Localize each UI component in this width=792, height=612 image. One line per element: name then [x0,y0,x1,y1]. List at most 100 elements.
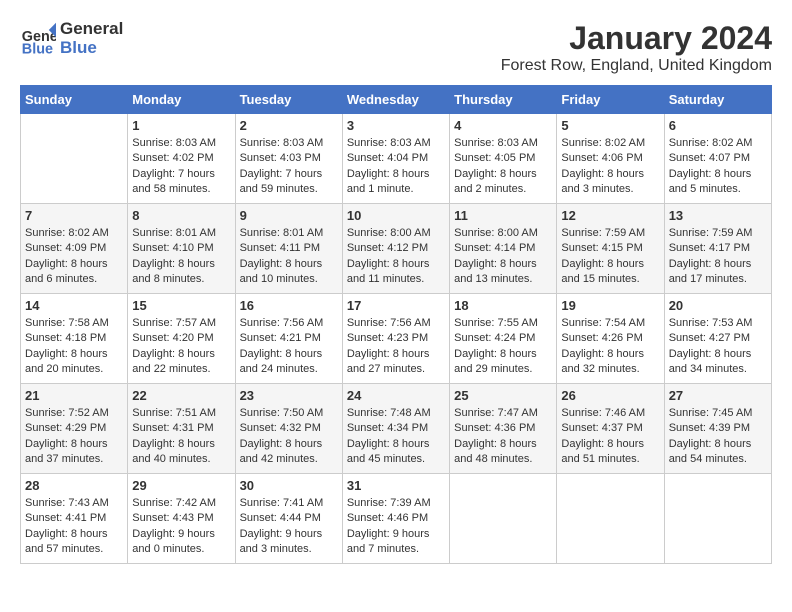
day-detail: Sunrise: 8:03 AMSunset: 4:03 PMDaylight:… [240,136,338,198]
calendar-cell: 11 Sunrise: 8:00 AMSunset: 4:14 PMDaylig… [450,204,557,294]
day-number: 13 [669,208,767,223]
day-detail: Sunrise: 7:59 AMSunset: 4:15 PMDaylight:… [561,226,659,288]
calendar-cell: 26 Sunrise: 7:46 AMSunset: 4:37 PMDaylig… [557,384,664,474]
weekday-header-monday: Monday [128,86,235,114]
day-detail: Sunrise: 7:46 AMSunset: 4:37 PMDaylight:… [561,406,659,468]
calendar-cell: 15 Sunrise: 7:57 AMSunset: 4:20 PMDaylig… [128,294,235,384]
calendar-cell [664,474,771,564]
calendar-cell: 12 Sunrise: 7:59 AMSunset: 4:15 PMDaylig… [557,204,664,294]
svg-text:Blue: Blue [22,41,53,57]
calendar-cell: 22 Sunrise: 7:51 AMSunset: 4:31 PMDaylig… [128,384,235,474]
location-title: Forest Row, England, United Kingdom [501,57,772,75]
day-number: 11 [454,208,552,223]
calendar-cell [557,474,664,564]
calendar-week-3: 14 Sunrise: 7:58 AMSunset: 4:18 PMDaylig… [21,294,772,384]
calendar-cell: 14 Sunrise: 7:58 AMSunset: 4:18 PMDaylig… [21,294,128,384]
calendar-cell: 1 Sunrise: 8:03 AMSunset: 4:02 PMDayligh… [128,114,235,204]
day-detail: Sunrise: 7:56 AMSunset: 4:21 PMDaylight:… [240,316,338,378]
day-number: 2 [240,118,338,133]
logo-blue-text: Blue [60,39,123,58]
day-detail: Sunrise: 7:56 AMSunset: 4:23 PMDaylight:… [347,316,445,378]
calendar-cell: 19 Sunrise: 7:54 AMSunset: 4:26 PMDaylig… [557,294,664,384]
calendar-cell: 31 Sunrise: 7:39 AMSunset: 4:46 PMDaylig… [342,474,449,564]
calendar-header: SundayMondayTuesdayWednesdayThursdayFrid… [21,86,772,114]
day-number: 26 [561,388,659,403]
day-number: 8 [132,208,230,223]
day-number: 10 [347,208,445,223]
month-title: January 2024 [501,20,772,57]
day-detail: Sunrise: 8:03 AMSunset: 4:02 PMDaylight:… [132,136,230,198]
weekday-header-friday: Friday [557,86,664,114]
day-number: 5 [561,118,659,133]
day-detail: Sunrise: 7:50 AMSunset: 4:32 PMDaylight:… [240,406,338,468]
calendar-cell [450,474,557,564]
day-number: 9 [240,208,338,223]
header-row: SundayMondayTuesdayWednesdayThursdayFrid… [21,86,772,114]
logo-icon: General Blue [20,21,56,57]
calendar-cell: 24 Sunrise: 7:48 AMSunset: 4:34 PMDaylig… [342,384,449,474]
day-number: 27 [669,388,767,403]
weekday-header-wednesday: Wednesday [342,86,449,114]
weekday-header-thursday: Thursday [450,86,557,114]
calendar-body: 1 Sunrise: 8:03 AMSunset: 4:02 PMDayligh… [21,114,772,564]
calendar-cell: 16 Sunrise: 7:56 AMSunset: 4:21 PMDaylig… [235,294,342,384]
day-number: 22 [132,388,230,403]
calendar-cell: 7 Sunrise: 8:02 AMSunset: 4:09 PMDayligh… [21,204,128,294]
day-detail: Sunrise: 8:02 AMSunset: 4:07 PMDaylight:… [669,136,767,198]
day-detail: Sunrise: 8:03 AMSunset: 4:05 PMDaylight:… [454,136,552,198]
day-detail: Sunrise: 8:02 AMSunset: 4:09 PMDaylight:… [25,226,123,288]
header: General Blue General Blue January 2024 F… [20,20,772,75]
title-area: January 2024 Forest Row, England, United… [501,20,772,75]
calendar-cell: 10 Sunrise: 8:00 AMSunset: 4:12 PMDaylig… [342,204,449,294]
day-number: 14 [25,298,123,313]
day-detail: Sunrise: 7:43 AMSunset: 4:41 PMDaylight:… [25,496,123,558]
day-number: 16 [240,298,338,313]
day-detail: Sunrise: 7:47 AMSunset: 4:36 PMDaylight:… [454,406,552,468]
weekday-header-sunday: Sunday [21,86,128,114]
calendar-cell: 21 Sunrise: 7:52 AMSunset: 4:29 PMDaylig… [21,384,128,474]
day-detail: Sunrise: 7:54 AMSunset: 4:26 PMDaylight:… [561,316,659,378]
calendar-cell: 17 Sunrise: 7:56 AMSunset: 4:23 PMDaylig… [342,294,449,384]
day-detail: Sunrise: 7:53 AMSunset: 4:27 PMDaylight:… [669,316,767,378]
day-detail: Sunrise: 7:42 AMSunset: 4:43 PMDaylight:… [132,496,230,558]
weekday-header-tuesday: Tuesday [235,86,342,114]
calendar-cell: 29 Sunrise: 7:42 AMSunset: 4:43 PMDaylig… [128,474,235,564]
day-number: 23 [240,388,338,403]
day-number: 21 [25,388,123,403]
calendar-cell: 27 Sunrise: 7:45 AMSunset: 4:39 PMDaylig… [664,384,771,474]
day-number: 6 [669,118,767,133]
day-number: 31 [347,478,445,493]
day-detail: Sunrise: 7:52 AMSunset: 4:29 PMDaylight:… [25,406,123,468]
day-number: 20 [669,298,767,313]
day-detail: Sunrise: 8:02 AMSunset: 4:06 PMDaylight:… [561,136,659,198]
calendar-cell [21,114,128,204]
calendar-cell: 13 Sunrise: 7:59 AMSunset: 4:17 PMDaylig… [664,204,771,294]
day-number: 19 [561,298,659,313]
calendar-cell: 25 Sunrise: 7:47 AMSunset: 4:36 PMDaylig… [450,384,557,474]
day-number: 12 [561,208,659,223]
calendar-cell: 2 Sunrise: 8:03 AMSunset: 4:03 PMDayligh… [235,114,342,204]
calendar-cell: 23 Sunrise: 7:50 AMSunset: 4:32 PMDaylig… [235,384,342,474]
day-detail: Sunrise: 7:58 AMSunset: 4:18 PMDaylight:… [25,316,123,378]
day-number: 29 [132,478,230,493]
day-number: 7 [25,208,123,223]
day-number: 4 [454,118,552,133]
day-detail: Sunrise: 7:39 AMSunset: 4:46 PMDaylight:… [347,496,445,558]
calendar-week-4: 21 Sunrise: 7:52 AMSunset: 4:29 PMDaylig… [21,384,772,474]
logo-general-text: General [60,20,123,39]
calendar-cell: 9 Sunrise: 8:01 AMSunset: 4:11 PMDayligh… [235,204,342,294]
day-number: 30 [240,478,338,493]
calendar-cell: 6 Sunrise: 8:02 AMSunset: 4:07 PMDayligh… [664,114,771,204]
day-detail: Sunrise: 8:00 AMSunset: 4:12 PMDaylight:… [347,226,445,288]
calendar-cell: 18 Sunrise: 7:55 AMSunset: 4:24 PMDaylig… [450,294,557,384]
day-number: 1 [132,118,230,133]
day-detail: Sunrise: 7:51 AMSunset: 4:31 PMDaylight:… [132,406,230,468]
day-detail: Sunrise: 7:48 AMSunset: 4:34 PMDaylight:… [347,406,445,468]
day-number: 28 [25,478,123,493]
day-detail: Sunrise: 8:01 AMSunset: 4:10 PMDaylight:… [132,226,230,288]
calendar-cell: 8 Sunrise: 8:01 AMSunset: 4:10 PMDayligh… [128,204,235,294]
day-detail: Sunrise: 7:41 AMSunset: 4:44 PMDaylight:… [240,496,338,558]
calendar-table: SundayMondayTuesdayWednesdayThursdayFrid… [20,85,772,564]
day-detail: Sunrise: 8:03 AMSunset: 4:04 PMDaylight:… [347,136,445,198]
calendar-week-5: 28 Sunrise: 7:43 AMSunset: 4:41 PMDaylig… [21,474,772,564]
